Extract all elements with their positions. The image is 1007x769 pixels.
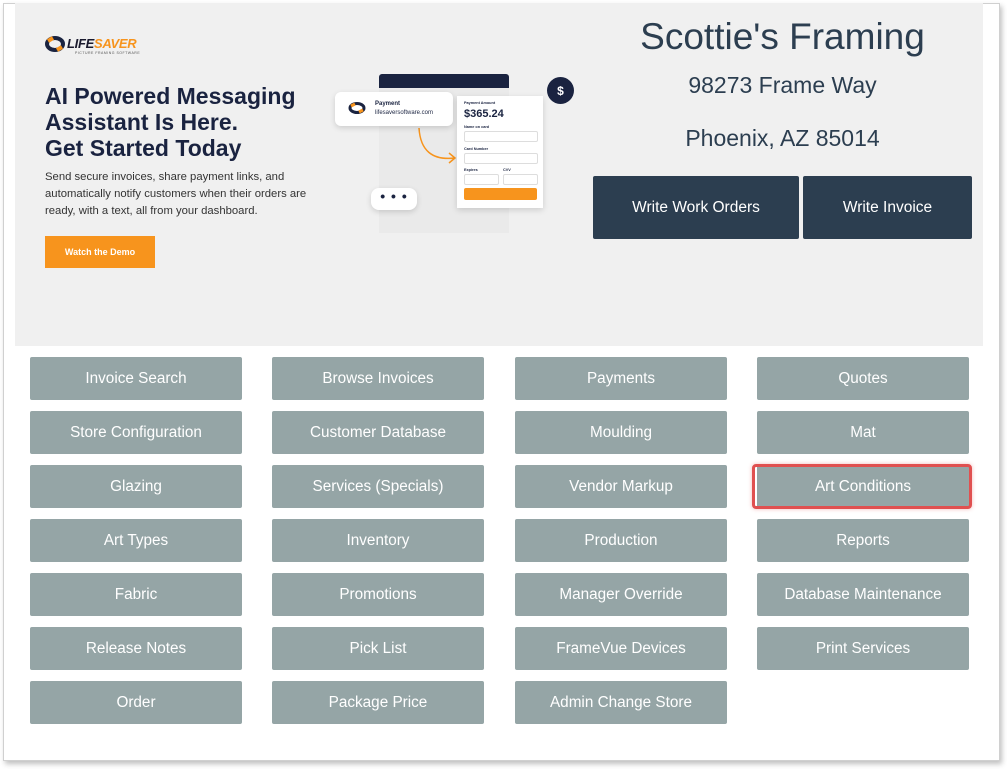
logo-wordmark: LIFESAVER <box>67 36 137 51</box>
moulding-button[interactable]: Moulding <box>515 411 727 454</box>
write-work-orders-button[interactable]: Write Work Orders <box>593 176 799 239</box>
manager-override-button[interactable]: Manager Override <box>515 573 727 616</box>
quotes-button[interactable]: Quotes <box>757 357 969 400</box>
production-button[interactable]: Production <box>515 519 727 562</box>
art-types-button[interactable]: Art Types <box>30 519 242 562</box>
mat-button[interactable]: Mat <box>757 411 969 454</box>
dollar-icon: $ <box>547 77 574 104</box>
watch-demo-button[interactable]: Watch the Demo <box>45 236 155 268</box>
package-price-button[interactable]: Package Price <box>272 681 484 724</box>
card-field <box>464 153 538 164</box>
cvv-label: CVV <box>503 168 511 172</box>
print-services-button[interactable]: Print Services <box>757 627 969 670</box>
order-button[interactable]: Order <box>30 681 242 724</box>
payments-button[interactable]: Payments <box>515 357 727 400</box>
store-name: Scottie's Framing <box>640 16 925 57</box>
typing-dots: • • • <box>371 188 417 210</box>
admin-change-store-button[interactable]: Admin Change Store <box>515 681 727 724</box>
database-maintenance-button[interactable]: Database Maintenance <box>757 573 969 616</box>
expires-label: Expires <box>464 168 478 172</box>
name-field <box>464 131 538 142</box>
amount-label: Payment Amount <box>464 101 496 105</box>
make-payment-bar <box>464 188 537 200</box>
name-label: Name on card <box>464 125 490 129</box>
promo-title: AI Powered Messaging Assistant Is Here. … <box>45 83 296 161</box>
vendor-markup-button[interactable]: Vendor Markup <box>515 465 727 508</box>
payment-card: Payment Amount $365.24 Name on card Card… <box>457 96 543 208</box>
framevue-devices-button[interactable]: FrameVue Devices <box>515 627 727 670</box>
store-address-line2: Phoenix, AZ 85014 <box>685 125 880 151</box>
payment-mockup: Payment lifesaversoftware.com Payment Am… <box>335 68 575 243</box>
card-label: Card Number <box>464 147 489 151</box>
write-invoice-button[interactable]: Write Invoice <box>803 176 972 239</box>
curved-arrow-icon <box>418 127 457 164</box>
payment-link-pill: Payment lifesaversoftware.com <box>335 92 453 126</box>
store-configuration-button[interactable]: Store Configuration <box>30 411 242 454</box>
invoice-search-button[interactable]: Invoice Search <box>30 357 242 400</box>
payment-label: Payment <box>375 101 401 107</box>
payment-site: lifesaversoftware.com <box>375 110 434 116</box>
fabric-button[interactable]: Fabric <box>30 573 242 616</box>
browse-invoices-button[interactable]: Browse Invoices <box>272 357 484 400</box>
customer-database-button[interactable]: Customer Database <box>272 411 484 454</box>
promo-body: Send secure invoices, share payment link… <box>45 171 307 217</box>
art-conditions-button[interactable]: Art Conditions <box>757 465 969 508</box>
expires-field <box>464 174 499 185</box>
payment-amount: $365.24 <box>464 108 504 120</box>
glazing-button[interactable]: Glazing <box>30 465 242 508</box>
reports-button[interactable]: Reports <box>757 519 969 562</box>
lifesaver-logo: LIFESAVER PICTURE FRAMING SOFTWARE <box>45 33 165 59</box>
release-notes-button[interactable]: Release Notes <box>30 627 242 670</box>
store-address-line1: 98273 Frame Way <box>688 72 877 98</box>
lifesaver-ring-icon <box>348 102 366 114</box>
lifesaver-ring-icon <box>45 36 65 52</box>
services-specials-button[interactable]: Services (Specials) <box>272 465 484 508</box>
cvv-field <box>503 174 538 185</box>
pick-list-button[interactable]: Pick List <box>272 627 484 670</box>
promotions-button[interactable]: Promotions <box>272 573 484 616</box>
inventory-button[interactable]: Inventory <box>272 519 484 562</box>
logo-tagline: PICTURE FRAMING SOFTWARE <box>75 51 141 55</box>
